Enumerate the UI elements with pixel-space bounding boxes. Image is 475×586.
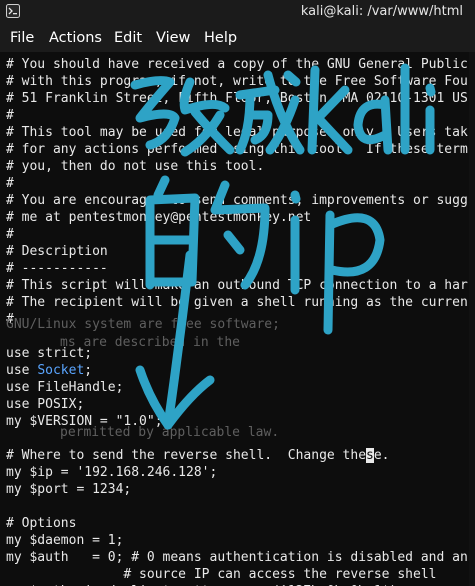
terminal-line: # The recipient will be given a shell ru… [6,295,468,310]
terminal-line: # with this program; if not, write to th… [6,74,468,89]
terminal-line: # Options [6,516,77,531]
menu-view[interactable]: View [156,30,190,46]
terminal-line: my $port = 1234; [6,482,132,497]
terminal-output[interactable]: # You should have received a copy of the… [0,52,475,586]
keyword-socket: Socket [37,363,85,378]
menu-edit[interactable]: Edit [114,30,142,46]
ghost-text: permitted by applicable law. [60,425,280,440]
terminal-line: # You are encouraged to send comments, i… [6,193,468,208]
terminal-line: # you, then do not use this tool. [6,159,265,174]
terminal-line: # source IP can access the reverse shell [6,567,437,582]
terminal-line: use FileHandle; [6,380,124,395]
menu-bar: File Actions Edit View Help [0,24,475,52]
terminal-line: # me at pentestmonkey@pentestmonkey.net [6,210,312,225]
terminal-line: # ----------- [6,261,108,276]
terminal-line: # Where to send the reverse shell. Chang… [6,448,390,463]
menu-help[interactable]: Help [204,30,237,46]
terminal-line: # 51 Franklin Street, Fifth Floor, Bosto… [6,91,468,106]
terminal-line: # [6,227,14,242]
terminal-icon [6,4,20,18]
terminal-line: use Socket; [6,363,93,378]
menu-actions[interactable]: Actions [49,30,102,46]
terminal-line: # for any actions performed using this t… [6,142,468,157]
terminal-line: my $daemon = 1; [6,533,124,548]
terminal-line: # This tool may be used for legal purpos… [6,125,468,140]
terminal-line: # [6,108,14,123]
ghost-text: ms are described in the [60,335,241,350]
terminal-scrollbar[interactable] [469,52,475,586]
menu-file[interactable]: File [10,30,34,46]
terminal-line: use POSIX; [6,397,85,412]
ghost-text: GNU/Linux system are free software; [6,317,280,332]
window-title: kali@kali: /var/www/html [300,4,463,19]
terminal-line: # [6,176,14,191]
terminal-line: # This script will make an outbound TCP … [6,278,468,293]
terminal-line: # Description [6,244,108,259]
terminal-line: my $ip = '192.168.246.128'; [6,465,218,480]
terminal-line: # You should have received a copy of the… [6,57,468,72]
terminal-line: my $auth = 0; # 0 means authentication i… [6,550,468,565]
title-bar: kali@kali: /var/www/html [0,0,475,24]
text-cursor: s [366,448,374,463]
